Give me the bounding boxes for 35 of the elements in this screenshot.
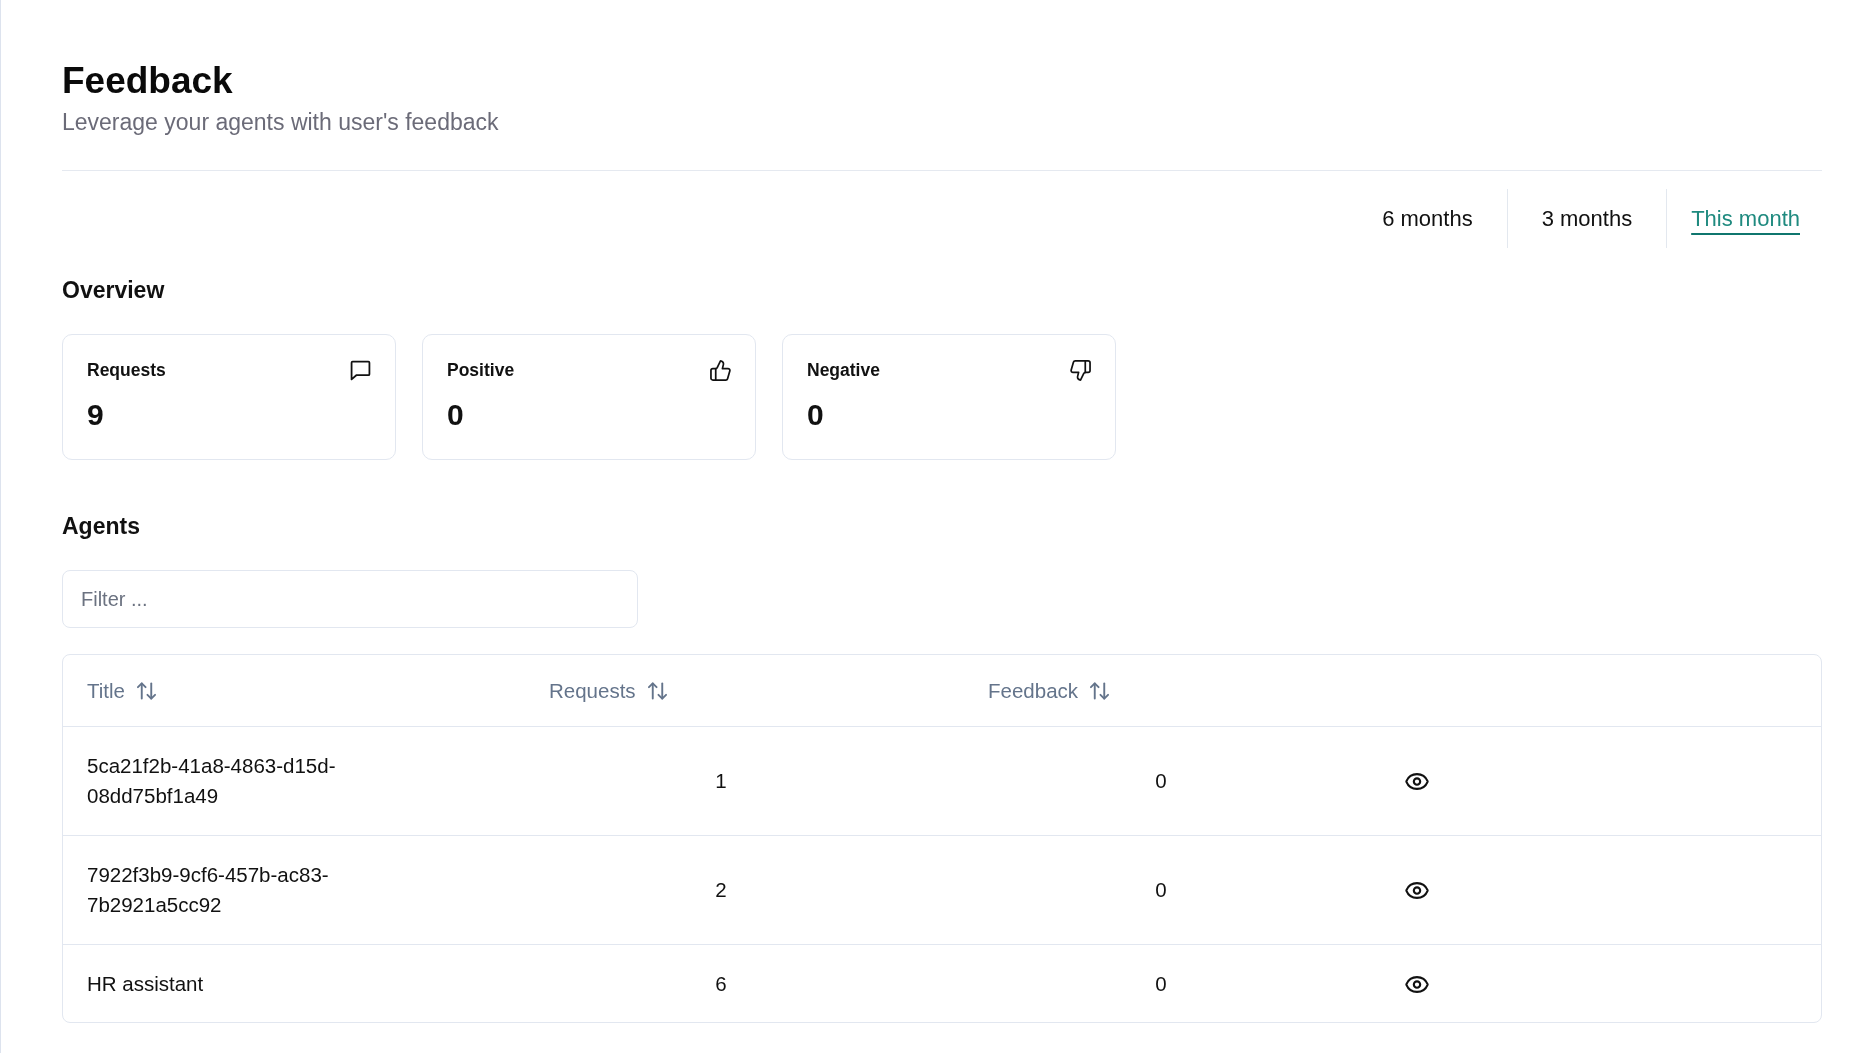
request-count: 2: [715, 877, 727, 903]
agent-name: 7922f3b9-9cf6-457b-ac83-7b2921a5cc92: [87, 862, 330, 918]
period-tab[interactable]: This month: [1666, 189, 1822, 248]
request-count: 1: [715, 768, 727, 794]
speech-bubble-icon: [350, 359, 371, 381]
thumbs-down-icon: [1070, 359, 1091, 381]
filter-field[interactable]: Filter ...: [62, 570, 638, 628]
stat-label: Positive: [447, 359, 515, 381]
period-tab[interactable]: 3 months: [1506, 189, 1667, 248]
section-heading: Agents: [62, 512, 140, 541]
column-header[interactable]: Feedback: [988, 678, 1110, 703]
request-count: 6: [715, 971, 727, 997]
page-subtitle: Leverage your agents with user's feedback: [62, 108, 499, 137]
column-header[interactable]: Requests: [549, 678, 667, 703]
eye-icon[interactable]: [1405, 881, 1429, 899]
feedback-count: 0: [1155, 971, 1167, 997]
agent-name: HR assistant: [87, 971, 204, 997]
eye-icon[interactable]: [1405, 772, 1429, 790]
page-title: Feedback: [62, 59, 233, 103]
stat-value: 0: [447, 397, 464, 433]
eye-icon[interactable]: [1405, 975, 1429, 993]
stat-value: 0: [807, 397, 824, 433]
feedback-count: 0: [1155, 768, 1167, 794]
thumbs-up-icon: [710, 359, 731, 381]
agent-name: 5ca21f2b-41a8-4863-d15d-08dd75bf1a49: [87, 753, 337, 809]
column-header[interactable]: Title: [87, 678, 156, 703]
section-heading: Overview: [62, 276, 165, 305]
stat-label: Negative: [807, 359, 880, 381]
feedback-count: 0: [1155, 877, 1167, 903]
stat-value: 9: [87, 397, 104, 433]
sort-icon: [1090, 681, 1110, 700]
period-tab[interactable]: 6 months: [1348, 189, 1507, 248]
sort-icon: [136, 681, 156, 700]
stat-label: Requests: [87, 359, 166, 381]
sort-icon: [647, 681, 667, 700]
